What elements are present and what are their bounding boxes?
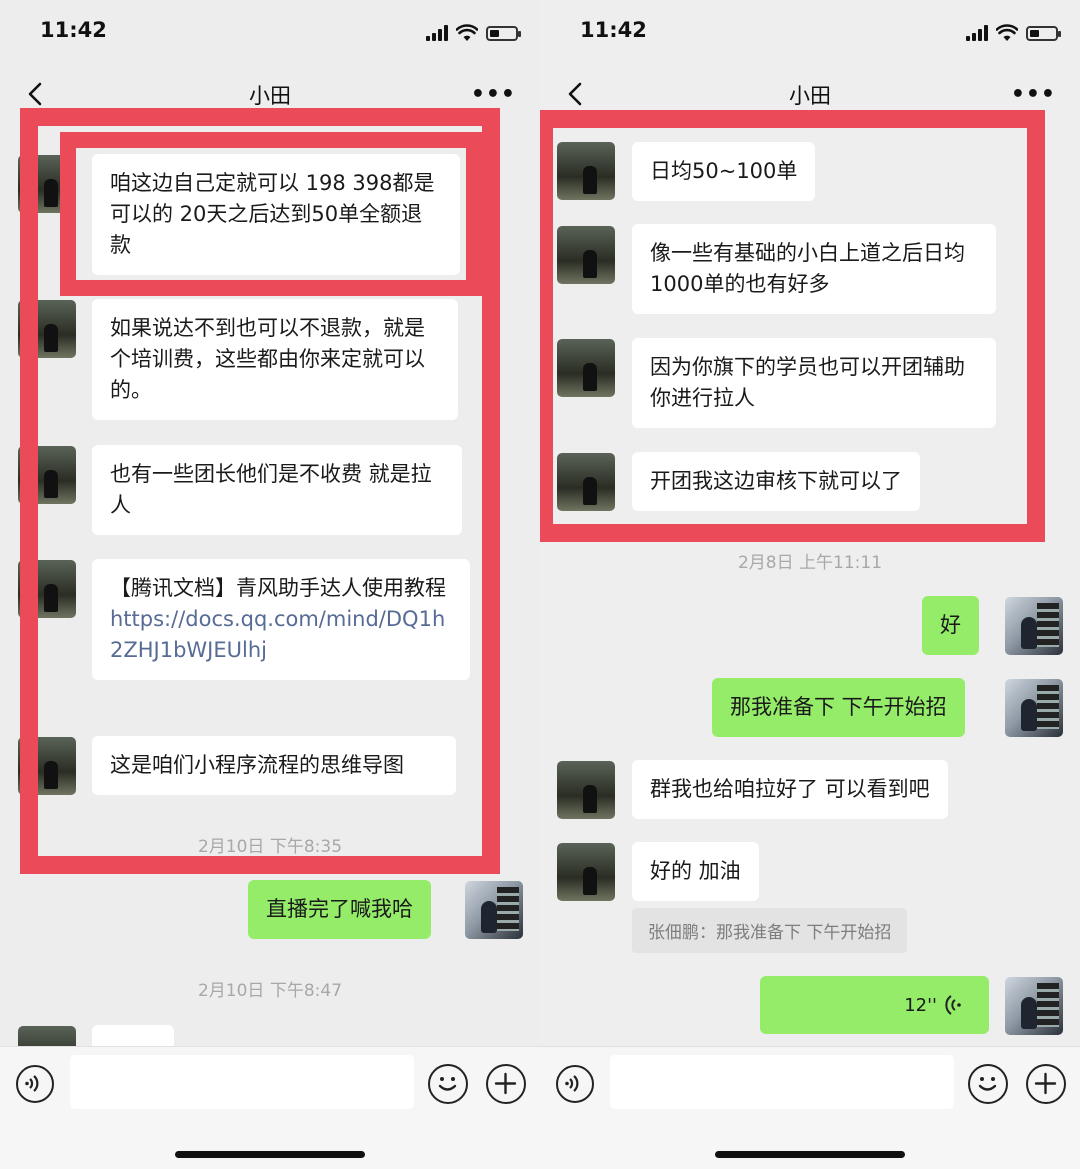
voice-wave-icon: [945, 995, 961, 1015]
contact-avatar[interactable]: [18, 300, 76, 358]
status-icons: [966, 24, 1061, 42]
contact-avatar[interactable]: [557, 843, 615, 901]
link-message-bubble[interactable]: 【腾讯文档】青风助手达人使用教程 https://docs.qq.com/min…: [92, 559, 470, 680]
contact-avatar[interactable]: [18, 446, 76, 504]
contact-avatar[interactable]: [557, 142, 615, 200]
voice-icon[interactable]: [16, 1065, 54, 1103]
more-icon[interactable]: •••: [471, 82, 516, 107]
self-avatar[interactable]: [1005, 597, 1063, 655]
input-bar: [540, 1046, 1080, 1169]
signal-icon: [966, 25, 988, 41]
contact-avatar[interactable]: [557, 761, 615, 819]
timestamp: 2月8日 上午11:11: [737, 553, 883, 573]
contact-avatar[interactable]: [557, 339, 615, 397]
status-time: 11:42: [40, 18, 107, 42]
message-input[interactable]: [70, 1055, 414, 1109]
contact-avatar[interactable]: [557, 226, 615, 284]
chat-screen-left: 11:42 小田 ••• 咱这边自己定就可以 198 398都是可以的 20天之…: [0, 0, 540, 1169]
sent-message-bubble: 直播完了喊我哈: [248, 880, 431, 939]
message-bubble: 因为你旗下的学员也可以开团辅助你进行拉人: [632, 338, 996, 428]
battery-icon: [486, 25, 521, 41]
voice-duration: 12'': [904, 995, 937, 1016]
home-indicator[interactable]: [175, 1151, 365, 1158]
message-bubble: 如果说达不到也可以不退款，就是个培训费，这些都由你来定就可以的。: [92, 299, 458, 420]
status-time: 11:42: [580, 18, 647, 42]
contact-avatar[interactable]: [18, 737, 76, 795]
message-input[interactable]: [610, 1055, 954, 1109]
quoted-message[interactable]: 张佃鹏：那我准备下 下午开始招: [632, 908, 908, 953]
message-bubble: 像一些有基础的小白上道之后日均1000单的也有好多: [632, 224, 996, 314]
timestamp: 2月10日 下午8:35: [197, 837, 343, 857]
home-indicator[interactable]: [715, 1151, 905, 1158]
message-bubble: 开团我这边审核下就可以了: [632, 452, 920, 511]
signal-icon: [426, 25, 448, 41]
chat-title: 小田: [789, 84, 831, 108]
voice-icon[interactable]: [556, 1065, 594, 1103]
message-bubble: 好的 加油: [632, 842, 759, 901]
chat-screen-right: 11:42 小田 ••• 日均50~100单 像一些有基础的小白上道之后日均10…: [540, 0, 1080, 1169]
emoji-icon[interactable]: [968, 1064, 1008, 1104]
chat-title: 小田: [249, 84, 291, 108]
plus-icon[interactable]: [1026, 1064, 1066, 1104]
timestamp: 2月10日 下午8:47: [197, 981, 343, 1001]
battery-icon: [1026, 25, 1061, 41]
message-bubble: 咱这边自己定就可以 198 398都是可以的 20天之后达到50单全额退款: [92, 154, 460, 275]
input-bar: [0, 1046, 540, 1169]
contact-avatar[interactable]: [18, 155, 76, 213]
link-title: 【腾讯文档】青风助手达人使用教程: [110, 576, 446, 600]
self-avatar[interactable]: [465, 881, 523, 939]
doc-link[interactable]: https://docs.qq.com/mind/DQ1h2ZHJ1bWJEUl…: [110, 604, 452, 666]
message-bubble: 日均50~100单: [632, 142, 816, 201]
contact-avatar[interactable]: [557, 453, 615, 511]
message-bubble: 也有一些团长他们是不收费 就是拉人: [92, 445, 462, 535]
message-bubble: 这是咱们小程序流程的思维导图: [92, 736, 456, 795]
sent-message-bubble: 那我准备下 下午开始招: [712, 678, 965, 737]
voice-message-bubble[interactable]: 12'': [760, 976, 989, 1034]
contact-avatar[interactable]: [18, 560, 76, 618]
status-icons: [426, 24, 521, 42]
self-avatar[interactable]: [1005, 679, 1063, 737]
emoji-icon[interactable]: [428, 1064, 468, 1104]
wifi-icon: [996, 24, 1018, 41]
plus-icon[interactable]: [486, 1064, 526, 1104]
more-icon[interactable]: •••: [1011, 82, 1056, 107]
sent-message-bubble: 好: [922, 596, 979, 655]
message-bubble: 群我也给咱拉好了 可以看到吧: [632, 760, 948, 819]
self-avatar[interactable]: [1005, 977, 1063, 1035]
wifi-icon: [456, 24, 478, 41]
